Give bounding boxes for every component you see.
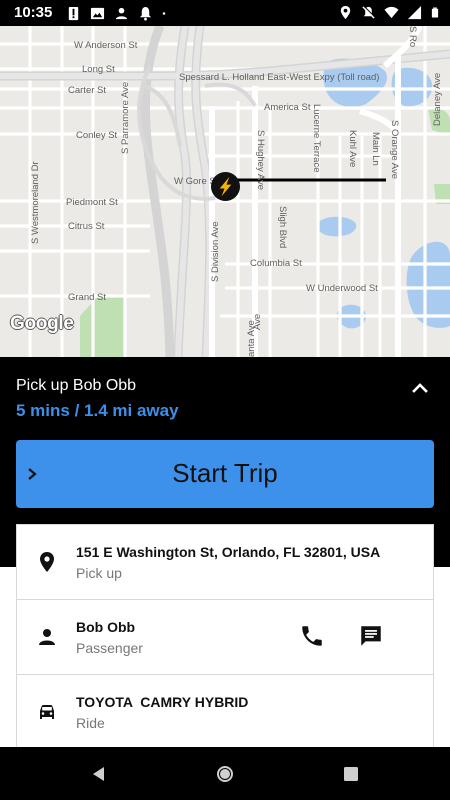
navigation-arrow-icon[interactable]: [210, 171, 241, 202]
map-label-s-westmoreland: S Westmoreland Dr: [30, 161, 41, 244]
ride-card[interactable]: TOYOTA CAMRY HYBRID Ride: [16, 674, 434, 750]
wifi-icon: [384, 6, 399, 19]
eta-text: 5 mins / 1.4 mi away: [16, 401, 179, 420]
map-label-kuhl: Kuhl Ave: [347, 130, 358, 168]
map-label-main: Main Ln: [370, 132, 381, 166]
map-label-spessard: Spessard L. Holland East-West Expy (Toll…: [179, 72, 380, 83]
map-label-sligh: Sligh Blvd: [277, 206, 288, 249]
status-time: 10:35: [14, 4, 53, 21]
map-label-carter: Carter St: [68, 85, 107, 96]
location-icon: [340, 5, 351, 20]
start-trip-label: Start Trip: [172, 458, 278, 488]
map-label-grand: Grand St: [68, 292, 107, 303]
notifications-off-icon: [362, 5, 376, 19]
map-label-columbia: Columbia St: [250, 258, 302, 269]
message-icon[interactable]: [358, 623, 384, 649]
ride-sublabel: Ride: [76, 715, 105, 731]
map-label-long: Long St: [82, 64, 115, 75]
car-icon: [40, 705, 54, 719]
map-label-w-underwood: W Underwood St: [306, 283, 378, 294]
map-label-lucerne: Lucerne Terrace: [311, 104, 322, 173]
phone-icon[interactable]: [299, 623, 325, 649]
address-line: 151 E Washington St, Orlando, FL 32801, …: [76, 544, 381, 560]
map-view[interactable]: W Anderson St Long St Spessard L. Hollan…: [0, 26, 450, 357]
start-trip-button[interactable]: Start Trip: [16, 440, 434, 508]
person-icon: [115, 7, 128, 20]
image-icon: [90, 7, 105, 20]
vehicle-model: TOYOTA CAMRY HYBRID: [76, 694, 249, 710]
recents-button[interactable]: [341, 764, 361, 784]
location-pin-icon: [40, 552, 54, 572]
passenger-card[interactable]: Bob Obb Passenger: [16, 599, 434, 675]
person-icon: [39, 629, 55, 645]
battery-icon: [431, 7, 439, 18]
map-label-s-orange: S Orange Ave: [389, 120, 400, 179]
address-card[interactable]: 151 E Washington St, Orlando, FL 32801, …: [16, 524, 434, 600]
bell-icon: [139, 6, 152, 21]
back-button[interactable]: [89, 764, 109, 784]
passenger-name: Bob Obb: [76, 619, 136, 635]
map-label-s-hughey: S Hughey Ave: [255, 130, 266, 191]
passenger-sublabel: Passenger: [76, 640, 143, 656]
dot-icon: [162, 12, 166, 15]
map-label-ave: Ave: [252, 313, 263, 330]
google-logo: Google: [10, 313, 74, 334]
map-label-conley: Conley St: [76, 130, 118, 141]
map-label-s-rosalind: S Ro: [407, 26, 418, 48]
pickup-title: Pick up Bob Obb: [16, 377, 137, 394]
map-label-citrus: Citrus St: [68, 221, 105, 232]
map-label-w-anderson: W Anderson St: [74, 40, 138, 51]
status-bar: 10:35: [0, 0, 450, 26]
map-label-america: America St: [264, 102, 311, 113]
map-label-s-division: S Division Ave: [210, 221, 221, 282]
address-sublabel: Pick up: [76, 565, 122, 581]
map-label-delaney: Delaney Ave: [432, 72, 443, 126]
alert-icon: [68, 6, 79, 21]
chevron-up-icon[interactable]: [408, 376, 432, 400]
map-label-s-parramore: S Parramore Ave: [120, 81, 131, 154]
system-nav-bar: [0, 747, 450, 800]
signal-icon: [407, 5, 422, 20]
map-label-piedmont: Piedmont St: [66, 197, 118, 208]
home-button[interactable]: [215, 764, 235, 784]
